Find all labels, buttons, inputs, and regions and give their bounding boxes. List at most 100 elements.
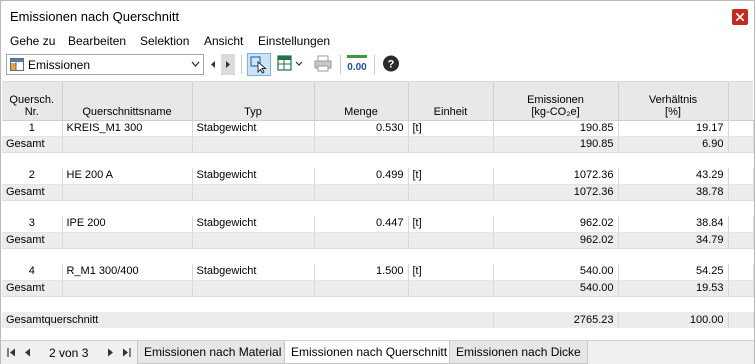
cell-einheit[interactable]: [t] [408,168,494,185]
cell-empty [408,280,494,297]
col-header-verhaeltnis: Verhältnis [%] [618,82,729,121]
cell-total-verhaeltnis: 19.53 [618,280,729,297]
cell-emissionen[interactable]: 1072.36 [493,168,619,185]
result-type-dropdown[interactable]: Emissionen [6,54,204,75]
cell-total-verhaeltnis: 34.79 [618,232,729,249]
cell-verhaeltnis[interactable]: 54.25 [618,264,729,281]
table-row-total: Gesamt 190.85 6.90 [2,136,754,153]
status-bar: 2 von 3 Emissionen nach Material Emissio… [1,340,754,364]
cell-empty [314,184,409,201]
cell-empty [192,184,315,201]
cell-empty [2,248,753,264]
previous-page-icon[interactable] [24,348,32,357]
table-row[interactable]: 3 IPE 200 Stabgewicht 0.447 [t] 962.02 3… [2,216,754,233]
dropdown-value: Emissionen [28,58,91,72]
col-header-menge: Menge [314,82,409,121]
cell-emissionen[interactable]: 962.02 [493,216,619,233]
tab-emissionen-nach-material[interactable]: Emissionen nach Material [137,341,289,364]
cell-nr[interactable]: 3 [2,216,63,233]
cell-empty [408,184,494,201]
col-header-einheit: Einheit [408,82,494,121]
table-spacer-row [2,152,753,168]
cell-empty [192,136,315,153]
table-row[interactable]: 4 R_M1 300/400 Stabgewicht 1.500 [t] 540… [2,264,754,281]
cell-emissionen[interactable]: 540.00 [493,264,619,281]
cell-verhaeltnis[interactable]: 43.29 [618,168,729,185]
cell-spacer [728,184,754,201]
cell-total-label: Gesamt [2,280,63,297]
dialog-window: Emissionen nach Querschnitt Gehe zu Bear… [0,0,755,364]
cell-verhaeltnis[interactable]: 19.17 [618,120,729,137]
menu-bearbeiten[interactable]: Bearbeiten [68,34,126,48]
menu-einstellungen[interactable]: Einstellungen [258,34,330,48]
menu-bar: Gehe zu Bearbeiten Selektion Ansicht Ein… [1,32,754,52]
table-row[interactable]: 1 KREIS_M1 300 Stabgewicht 0.530 [t] 190… [2,120,754,137]
cell-einheit[interactable]: [t] [408,216,494,233]
cell-total-label: Gesamt [2,232,63,249]
col-header-nr: Quersch. Nr. [2,82,63,121]
cell-grand-total-emissionen: 2765.23 [493,312,619,328]
close-button[interactable] [732,9,748,25]
export-button[interactable] [274,53,306,76]
cell-spacer [728,216,754,233]
select-arrow-icon [250,56,267,74]
cell-nr[interactable]: 1 [2,120,63,137]
cell-verhaeltnis[interactable]: 38.84 [618,216,729,233]
cell-total-emissionen: 962.02 [493,232,619,249]
help-button[interactable]: ? [380,53,404,76]
col-header-spacer [728,82,753,121]
tab-emissionen-nach-querschnitt[interactable]: Emissionen nach Querschnitt [284,341,455,364]
cell-empty [2,152,753,168]
window-title: Emissionen nach Querschnitt [10,9,180,24]
cell-emissionen[interactable]: 190.85 [493,120,619,137]
cell-menge[interactable]: 0.499 [314,168,409,185]
cell-name[interactable]: KREIS_M1 300 [62,120,193,137]
decimal-places-icon: 0.00 [347,55,367,73]
cell-empty [314,280,409,297]
cell-grand-total-verhaeltnis: 100.00 [618,312,729,328]
close-icon [736,13,744,21]
menu-gehe-zu[interactable]: Gehe zu [10,34,55,48]
cell-nr[interactable]: 4 [2,264,63,281]
cell-nr[interactable]: 2 [2,168,63,185]
svg-text:0.00: 0.00 [347,62,367,73]
print-button[interactable] [312,53,336,76]
cell-menge[interactable]: 0.530 [314,120,409,137]
table-row-grand-total: Gesamtquerschnitt 2765.23 100.00 [2,312,754,328]
cell-spacer [728,136,754,153]
cell-typ[interactable]: Stabgewicht [192,120,315,137]
next-page-icon[interactable] [106,348,114,357]
cell-name[interactable]: IPE 200 [62,216,193,233]
cell-empty [62,232,193,249]
menu-ansicht[interactable]: Ansicht [204,34,243,48]
print-icon [314,55,332,72]
cell-spacer [728,120,754,137]
previous-button[interactable] [206,54,220,75]
first-page-icon[interactable] [7,348,17,357]
cell-typ[interactable]: Stabgewicht [192,264,315,281]
cell-name[interactable]: R_M1 300/400 [62,264,193,281]
cell-name[interactable]: HE 200 A [62,168,193,185]
cell-empty [2,200,753,216]
next-button[interactable] [221,54,235,75]
select-in-model-button[interactable] [247,53,271,76]
tab-emissionen-nach-dicke[interactable]: Emissionen nach Dicke [449,341,588,364]
table-row[interactable]: 2 HE 200 A Stabgewicht 0.499 [t] 1072.36… [2,168,754,185]
col-header-name: Querschnittsname [62,82,193,121]
cell-grand-total-label: Gesamtquerschnitt [2,312,494,328]
cell-einheit[interactable]: [t] [408,264,494,281]
last-page-icon[interactable] [121,348,131,357]
results-table: Quersch. Nr. Querschnittsname Typ Menge E… [2,81,754,328]
table-spacer-row [2,200,753,216]
table-spacer-row [2,296,753,312]
menu-selektion[interactable]: Selektion [140,34,189,48]
cell-typ[interactable]: Stabgewicht [192,216,315,233]
cell-total-label: Gesamt [2,184,63,201]
cell-typ[interactable]: Stabgewicht [192,168,315,185]
cell-menge[interactable]: 1.500 [314,264,409,281]
cell-empty [192,232,315,249]
cell-empty [408,136,494,153]
cell-menge[interactable]: 0.447 [314,216,409,233]
decimal-places-button[interactable]: 0.00 [345,53,369,76]
cell-einheit[interactable]: [t] [408,120,494,137]
